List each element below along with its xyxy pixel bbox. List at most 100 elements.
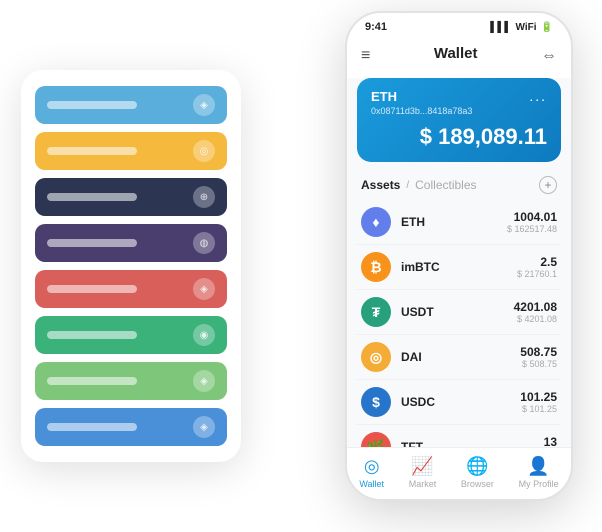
profile-nav-icon: 👤	[527, 456, 549, 477]
nav-wallet[interactable]: ◎ Wallet	[359, 456, 384, 489]
card-row[interactable]: ◈	[35, 86, 227, 124]
asset-amounts: 508.75$ 508.75	[520, 345, 557, 369]
card-row[interactable]: ◈	[35, 362, 227, 400]
asset-name: TFT	[401, 440, 534, 447]
left-card-panel: ◈ ◎ ⊕ ◍ ◈ ◉ ◈ ◈	[21, 70, 241, 462]
asset-amount-main: 508.75	[520, 345, 557, 359]
card-label	[47, 377, 137, 385]
asset-list: ♦ ETH 1004.01$ 162517.48 ₿ imBTC 2.5$ 21760.1…	[347, 200, 571, 447]
asset-item[interactable]: ₿ imBTC 2.5$ 21760.1	[357, 245, 561, 290]
card-row[interactable]: ⊕	[35, 178, 227, 216]
nav-profile[interactable]: 👤 My Profile	[519, 456, 559, 489]
asset-amount-main: 13	[544, 435, 557, 447]
scene: ◈ ◎ ⊕ ◍ ◈ ◉ ◈ ◈ 9:41 ▌▌▌ WiFi 🔋 ≡ Wallet ⇔ ETH …	[11, 11, 591, 521]
asset-icon: ◎	[361, 342, 391, 372]
asset-name: ETH	[401, 215, 497, 229]
asset-icon: ₮	[361, 297, 391, 327]
asset-icon: 🌿	[361, 432, 391, 447]
card-row[interactable]: ◎	[35, 132, 227, 170]
card-icon: ◈	[193, 370, 215, 392]
asset-amounts: 4201.08$ 4201.08	[514, 300, 557, 324]
assets-tabs-left: Assets / Collectibles	[361, 178, 477, 192]
browser-nav-label: Browser	[461, 479, 494, 489]
card-label	[47, 285, 137, 293]
asset-amount-usd: $ 21760.1	[517, 269, 557, 279]
profile-nav-label: My Profile	[519, 479, 559, 489]
asset-amount-usd: $ 101.25	[520, 404, 557, 414]
asset-amount-main: 4201.08	[514, 300, 557, 314]
status-icons: ▌▌▌ WiFi 🔋	[490, 22, 553, 33]
asset-icon: ₿	[361, 252, 391, 282]
phone-content: ETH ... 0x08711d3b...8418a78a3 $ 189,089…	[347, 78, 571, 447]
card-icon: ◉	[193, 324, 215, 346]
asset-icon: ♦	[361, 207, 391, 237]
card-label	[47, 101, 137, 109]
bottom-nav: ◎ Wallet 📈 Market 🌐 Browser 👤 My Profile	[347, 447, 571, 499]
wallet-nav-label: Wallet	[359, 479, 384, 489]
asset-name: DAI	[401, 350, 510, 364]
wallet-nav-icon: ◎	[364, 456, 380, 477]
market-nav-label: Market	[409, 479, 437, 489]
signal-icon: ▌▌▌	[490, 22, 511, 33]
asset-item[interactable]: ₮ USDT 4201.08$ 4201.08	[357, 290, 561, 335]
card-icon: ◈	[193, 278, 215, 300]
tab-collectibles[interactable]: Collectibles	[415, 178, 476, 192]
time-label: 9:41	[365, 21, 387, 33]
phone-header: ≡ Wallet ⇔	[347, 37, 571, 78]
card-icon: ◎	[193, 140, 215, 162]
asset-item[interactable]: $ USDC 101.25$ 101.25	[357, 380, 561, 425]
eth-card-balance: $ 189,089.11	[371, 124, 547, 150]
asset-item[interactable]: ◎ DAI 508.75$ 508.75	[357, 335, 561, 380]
nav-browser[interactable]: 🌐 Browser	[461, 456, 494, 489]
battery-icon: 🔋	[541, 22, 553, 33]
asset-amounts: 2.5$ 21760.1	[517, 255, 557, 279]
card-label	[47, 331, 137, 339]
card-row[interactable]: ◈	[35, 270, 227, 308]
card-row[interactable]: ◉	[35, 316, 227, 354]
asset-name: USDC	[401, 395, 510, 409]
browser-nav-icon: 🌐	[466, 456, 488, 477]
balance-value: $ 189,089.11	[420, 124, 547, 149]
card-row[interactable]: ◈	[35, 408, 227, 446]
asset-amounts: 101.25$ 101.25	[520, 390, 557, 414]
card-icon: ◈	[193, 416, 215, 438]
status-bar: 9:41 ▌▌▌ WiFi 🔋	[347, 13, 571, 37]
card-label	[47, 423, 137, 431]
hamburger-icon[interactable]: ≡	[361, 47, 370, 65]
eth-card-header: ETH ...	[371, 88, 547, 104]
tab-separator: /	[406, 180, 409, 191]
asset-icon: $	[361, 387, 391, 417]
asset-amount-usd: $ 4201.08	[514, 314, 557, 324]
card-icon: ⊕	[193, 186, 215, 208]
asset-amounts: 130	[544, 435, 557, 447]
asset-amount-usd: $ 162517.48	[507, 224, 557, 234]
card-row[interactable]: ◍	[35, 224, 227, 262]
asset-amount-main: 101.25	[520, 390, 557, 404]
card-label	[47, 193, 137, 201]
wifi-icon: WiFi	[516, 22, 537, 33]
tab-assets[interactable]: Assets	[361, 178, 400, 192]
card-icon: ◍	[193, 232, 215, 254]
assets-tabs: Assets / Collectibles +	[347, 172, 571, 200]
asset-amounts: 1004.01$ 162517.48	[507, 210, 557, 234]
scan-icon[interactable]: ⇔	[541, 47, 557, 65]
asset-amount-main: 2.5	[517, 255, 557, 269]
market-nav-icon: 📈	[411, 456, 433, 477]
asset-name: imBTC	[401, 260, 507, 274]
phone: 9:41 ▌▌▌ WiFi 🔋 ≡ Wallet ⇔ ETH ... 0x087…	[345, 11, 573, 501]
nav-market[interactable]: 📈 Market	[409, 456, 437, 489]
eth-card-coin: ETH	[371, 89, 397, 104]
add-asset-button[interactable]: +	[539, 176, 557, 194]
asset-item[interactable]: ♦ ETH 1004.01$ 162517.48	[357, 200, 561, 245]
asset-amount-main: 1004.01	[507, 210, 557, 224]
eth-card[interactable]: ETH ... 0x08711d3b...8418a78a3 $ 189,089…	[357, 78, 561, 162]
card-label	[47, 147, 137, 155]
asset-item[interactable]: 🌿 TFT 130	[357, 425, 561, 447]
eth-card-address: 0x08711d3b...8418a78a3	[371, 106, 547, 116]
card-label	[47, 239, 137, 247]
asset-name: USDT	[401, 305, 504, 319]
eth-card-menu[interactable]: ...	[529, 88, 547, 104]
card-icon: ◈	[193, 94, 215, 116]
asset-amount-usd: $ 508.75	[520, 359, 557, 369]
page-title: Wallet	[420, 41, 492, 70]
